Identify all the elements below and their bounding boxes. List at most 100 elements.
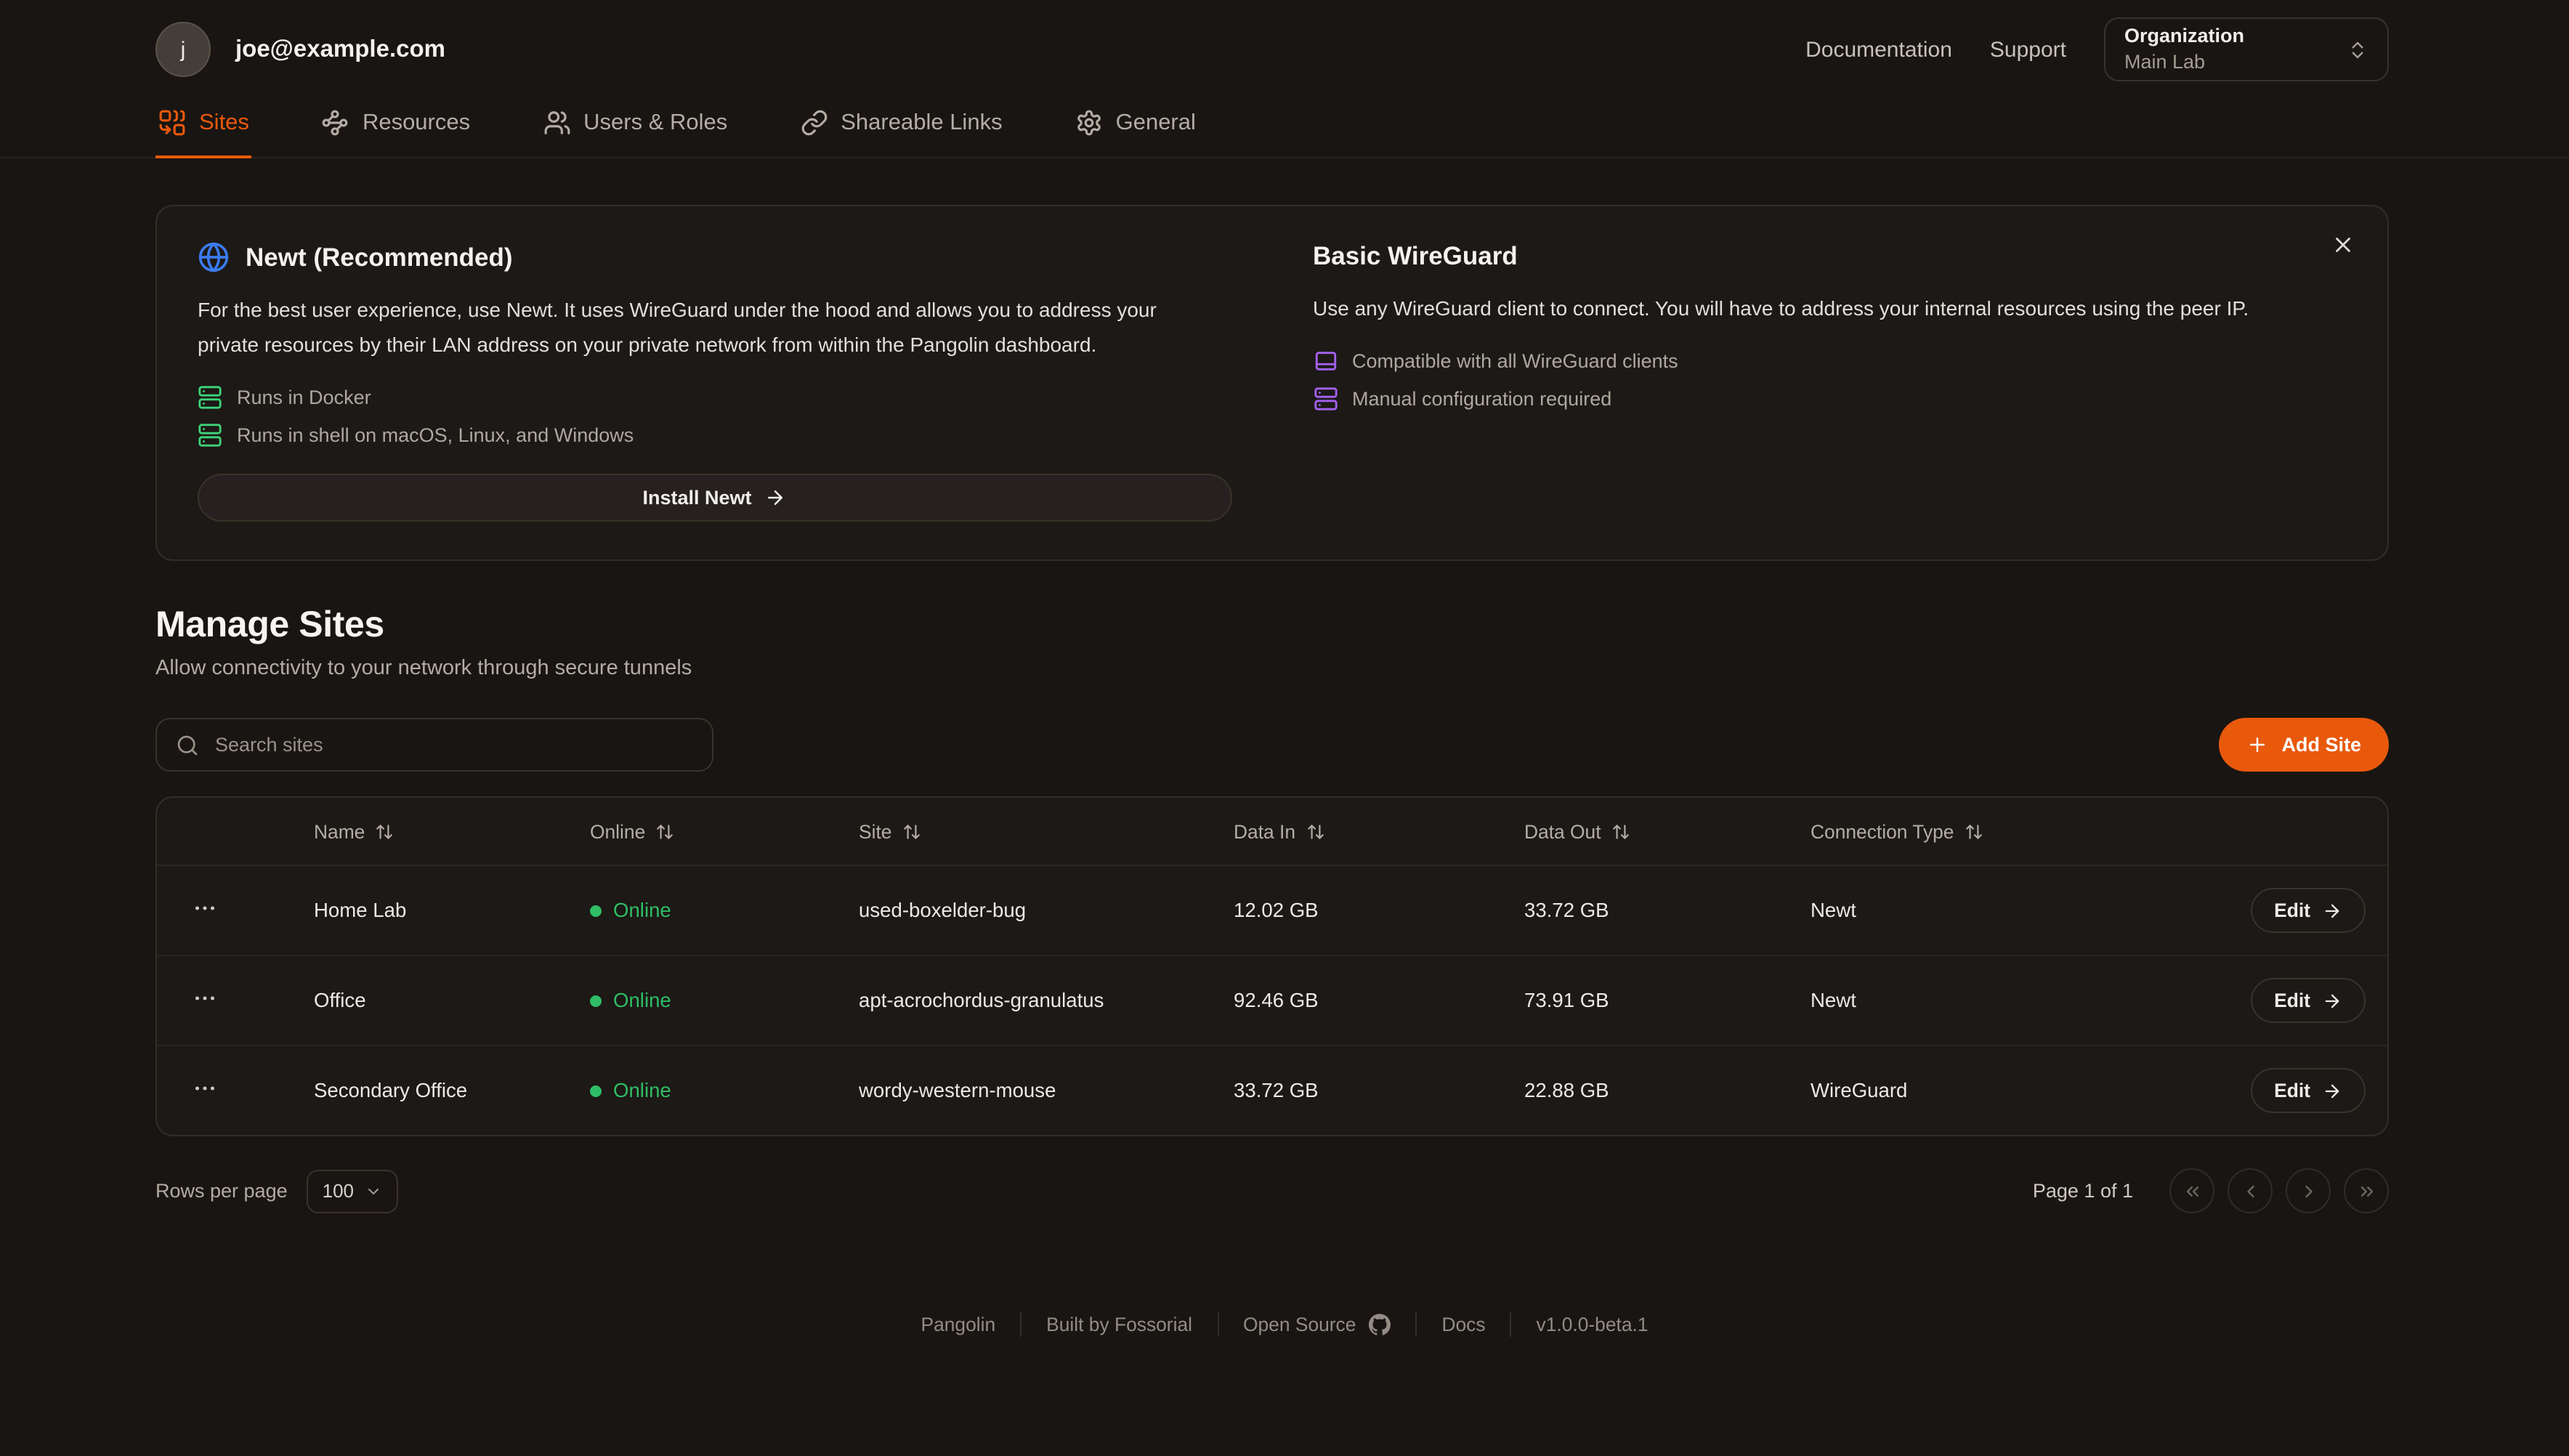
previous-page-button[interactable] — [2228, 1168, 2273, 1213]
tab-label: Resources — [363, 110, 470, 136]
divider — [1217, 1312, 1218, 1337]
tab-general[interactable]: General — [1072, 97, 1199, 158]
page-title: Manage Sites — [155, 604, 2389, 647]
arrow-right-icon — [2322, 1080, 2342, 1101]
column-header-connection-type[interactable]: Connection Type — [1811, 820, 2168, 842]
sort-icon[interactable] — [902, 822, 921, 841]
column-header-online[interactable]: Online — [590, 820, 859, 842]
feature-text: Manual configuration required — [1352, 388, 1611, 410]
arrow-right-icon — [2322, 900, 2342, 921]
row-menu-icon[interactable] — [186, 1069, 224, 1112]
tab-shareable-links[interactable]: Shareable Links — [797, 97, 1005, 158]
data-out: 73.91 GB — [1524, 990, 1811, 1011]
tab-resources[interactable]: Resources — [319, 97, 473, 158]
search-icon — [176, 733, 199, 756]
client-icon — [1313, 349, 1338, 373]
online-dot-icon — [590, 1085, 602, 1096]
footer-open-source-link[interactable]: Open Source — [1243, 1314, 1391, 1335]
feature-text: Compatible with all WireGuard clients — [1352, 350, 1678, 372]
avatar[interactable]: j — [155, 22, 211, 77]
table-header-row: Name Online Site Data In Data Out Connec… — [157, 798, 2387, 866]
connection-type: WireGuard — [1811, 1080, 2168, 1101]
edit-button[interactable]: Edit — [2251, 978, 2366, 1023]
install-newt-button[interactable]: Install Newt — [198, 474, 1231, 522]
wireguard-feature: Compatible with all WireGuard clients — [1313, 349, 2347, 373]
site-name: Home Lab — [314, 899, 590, 921]
site-name: Office — [314, 990, 590, 1011]
footer-brand: Pangolin — [921, 1314, 996, 1335]
column-header-site[interactable]: Site — [859, 820, 1234, 842]
wireguard-title: Basic WireGuard — [1313, 241, 1518, 272]
connection-methods-card: Newt (Recommended) For the best user exp… — [155, 205, 2389, 561]
rows-per-page-select[interactable]: 100 — [307, 1169, 397, 1213]
sites-table: Name Online Site Data In Data Out Connec… — [155, 796, 2389, 1136]
edit-button[interactable]: Edit — [2251, 1068, 2366, 1113]
page-subtitle: Allow connectivity to your network throu… — [155, 657, 2389, 680]
tab-sites[interactable]: Sites — [155, 97, 252, 158]
top-bar: j joe@example.com Documentation Support … — [0, 0, 2569, 83]
first-page-button[interactable] — [2169, 1168, 2214, 1213]
sort-icon[interactable] — [1611, 822, 1630, 841]
column-header-data-in[interactable]: Data In — [1234, 820, 1524, 842]
status-badge: Online — [590, 990, 859, 1011]
column-header-name[interactable]: Name — [314, 820, 590, 842]
close-icon[interactable] — [2328, 230, 2358, 260]
column-header-data-out[interactable]: Data Out — [1524, 820, 1811, 842]
status-badge: Online — [590, 1080, 859, 1101]
rows-per-page-label: Rows per page — [155, 1180, 288, 1202]
feature-text: Runs in Docker — [237, 387, 371, 408]
chevrons-left-icon — [2182, 1181, 2202, 1201]
tab-label: Shareable Links — [841, 110, 1002, 136]
feature-text: Runs in shell on macOS, Linux, and Windo… — [237, 424, 634, 446]
footer: Pangolin Built by Fossorial Open Source … — [0, 1312, 2569, 1337]
edit-button[interactable]: Edit — [2251, 888, 2366, 933]
chevron-down-icon — [364, 1182, 381, 1200]
tab-bar: Sites Resources Users & Roles Shareable … — [0, 97, 2569, 158]
online-dot-icon — [590, 905, 602, 916]
organization-picker-value: Main Lab — [2124, 51, 2244, 74]
tab-users-roles[interactable]: Users & Roles — [540, 97, 730, 158]
newt-feature: Runs in shell on macOS, Linux, and Windo… — [198, 423, 1231, 448]
next-page-button[interactable] — [2286, 1168, 2331, 1213]
row-menu-icon[interactable] — [186, 889, 224, 931]
table-row: Office Online apt-acrochordus-granulatus… — [157, 956, 2387, 1046]
data-out: 33.72 GB — [1524, 899, 1811, 921]
add-site-button[interactable]: Add Site — [2219, 718, 2389, 772]
avatar-initial: j — [181, 37, 186, 62]
arrow-right-icon — [765, 487, 787, 509]
table-row: Secondary Office Online wordy-western-mo… — [157, 1046, 2387, 1135]
gear-icon — [1075, 109, 1103, 137]
sort-icon[interactable] — [1964, 822, 1983, 841]
last-page-button[interactable] — [2344, 1168, 2389, 1213]
newt-title: Newt (Recommended) — [246, 242, 513, 272]
status-badge: Online — [590, 899, 859, 921]
nav-support-link[interactable]: Support — [1990, 37, 2066, 62]
search-input[interactable] — [212, 732, 693, 757]
online-dot-icon — [590, 995, 602, 1006]
sort-icon[interactable] — [1306, 822, 1324, 841]
row-menu-icon[interactable] — [186, 979, 224, 1022]
organization-picker-label: Organization — [2124, 25, 2244, 48]
site-id: used-boxelder-bug — [859, 899, 1234, 921]
sort-icon[interactable] — [375, 822, 394, 841]
nav-documentation-link[interactable]: Documentation — [1805, 37, 1952, 62]
footer-docs-link[interactable]: Docs — [1441, 1314, 1485, 1335]
tab-label: Sites — [199, 110, 249, 136]
site-id: apt-acrochordus-granulatus — [859, 990, 1234, 1011]
footer-built-by-link[interactable]: Built by Fossorial — [1046, 1314, 1192, 1335]
chevrons-up-down-icon — [2347, 39, 2368, 60]
link-icon — [800, 109, 828, 137]
globe-icon — [198, 241, 230, 273]
wireguard-option: Basic WireGuard Use any WireGuard client… — [1313, 241, 2347, 522]
page-status: Page 1 of 1 — [2033, 1180, 2133, 1202]
data-in: 92.46 GB — [1234, 990, 1524, 1011]
organization-picker[interactable]: Organization Main Lab — [2104, 17, 2389, 81]
connection-type: Newt — [1811, 990, 2168, 1011]
tab-label: Users & Roles — [583, 110, 727, 136]
tab-label: General — [1116, 110, 1196, 136]
plus-icon — [2246, 734, 2268, 756]
sort-icon[interactable] — [655, 822, 674, 841]
chevron-left-icon — [2240, 1181, 2260, 1201]
divider — [1415, 1312, 1417, 1337]
newt-option: Newt (Recommended) For the best user exp… — [198, 241, 1231, 522]
